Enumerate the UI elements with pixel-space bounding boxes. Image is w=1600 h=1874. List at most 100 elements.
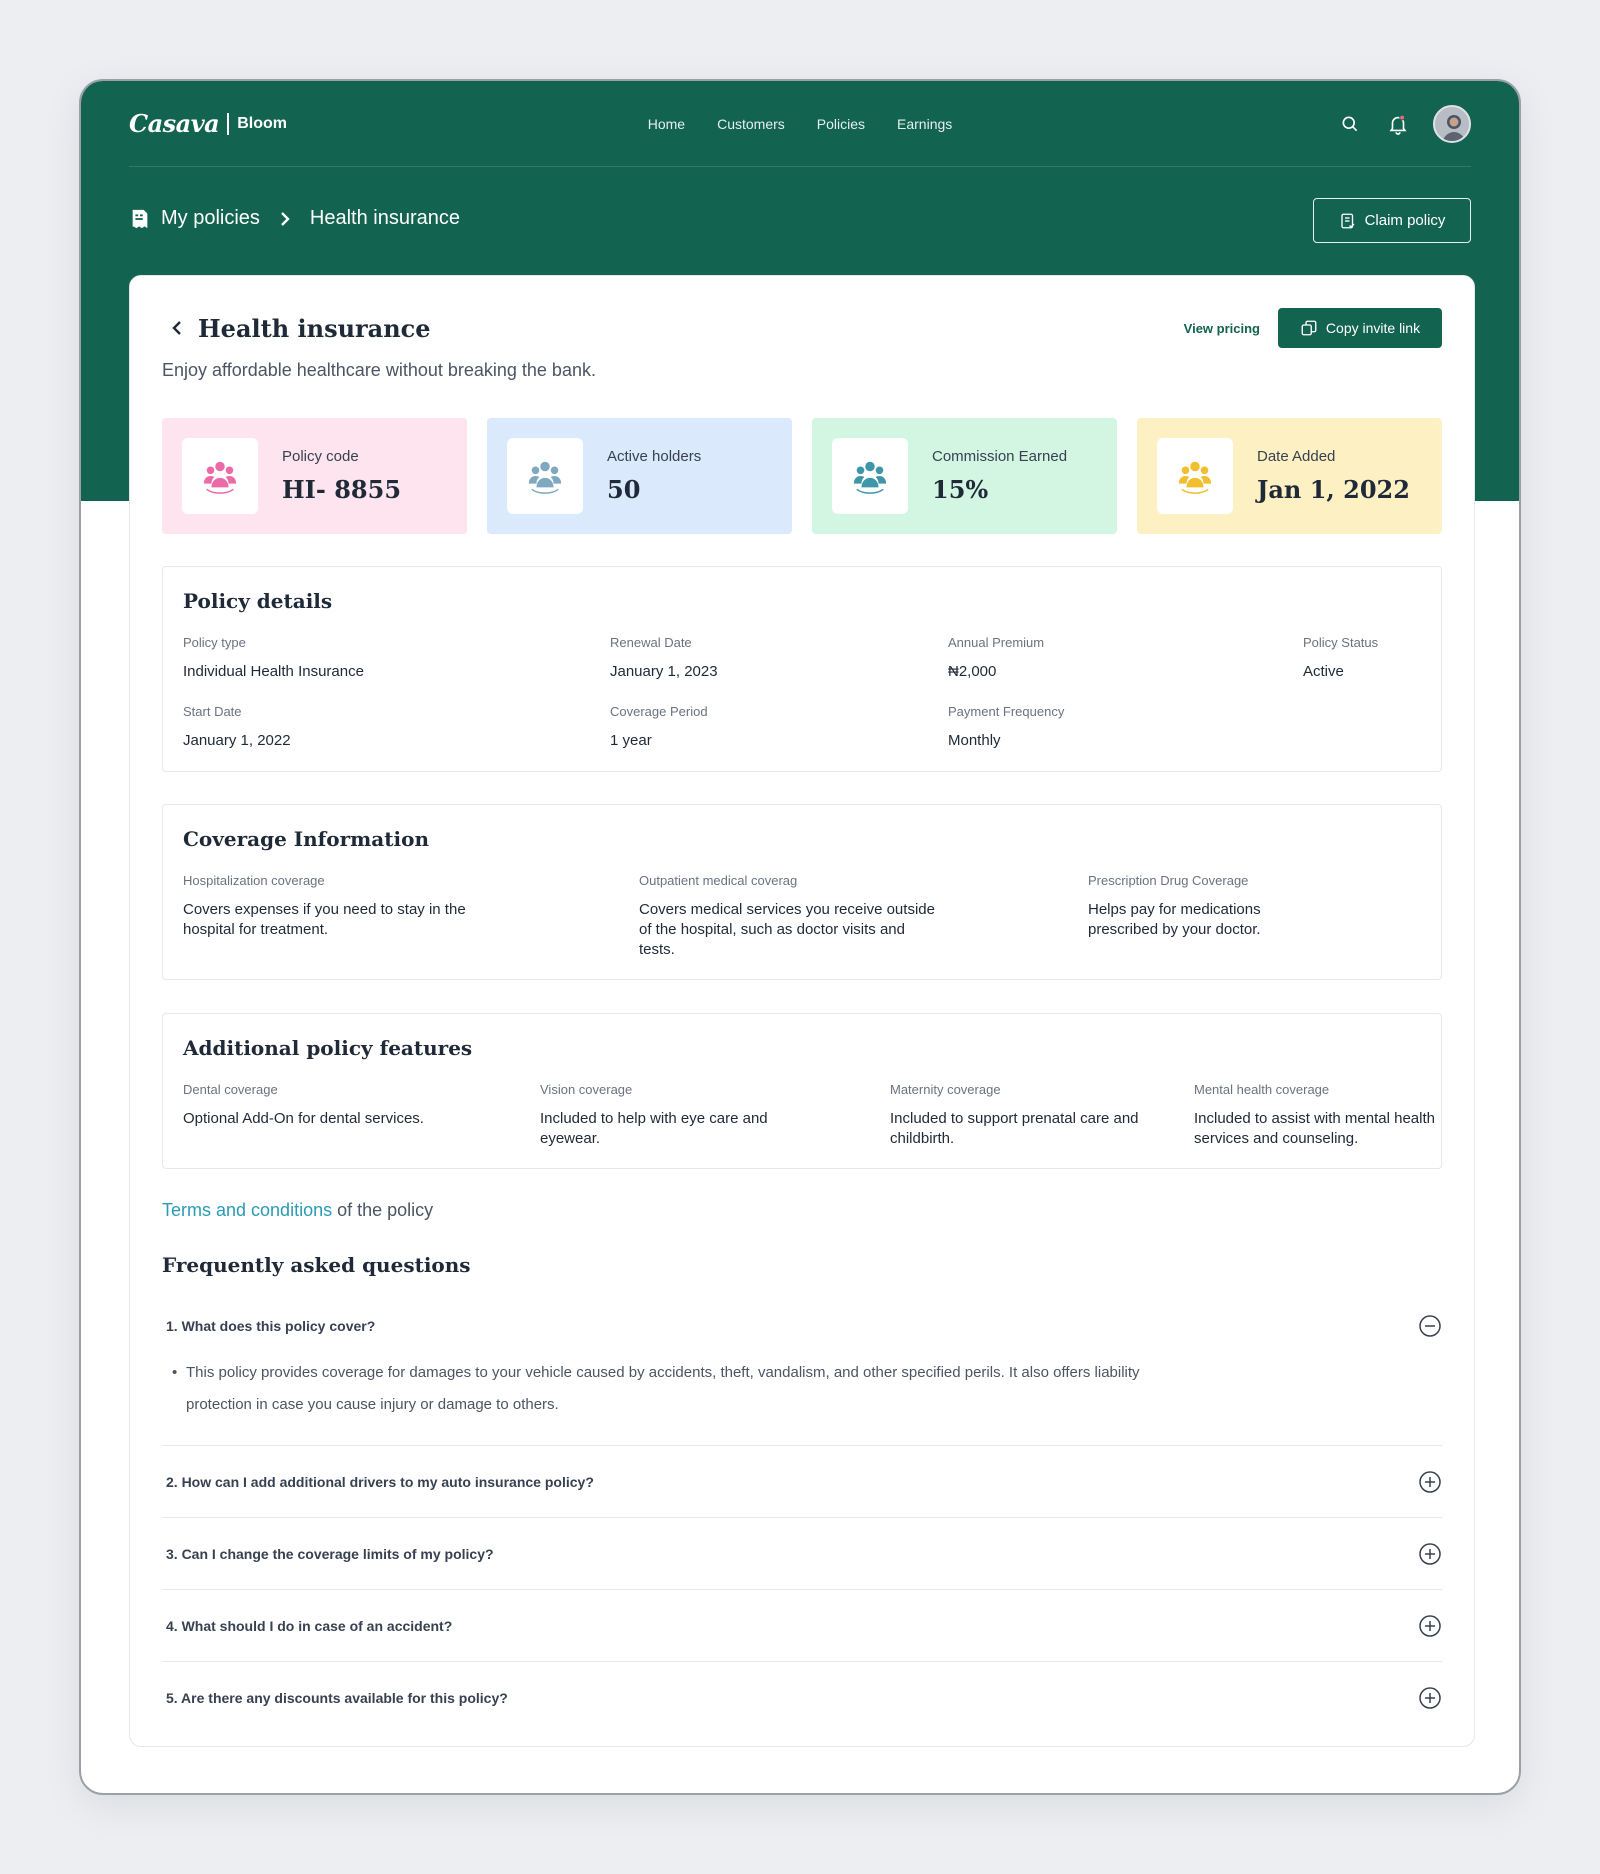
- field-mental-health: Mental health coverage Included to assis…: [1194, 1082, 1444, 1149]
- faq-item: 4. What should I do in case of an accide…: [162, 1614, 1442, 1638]
- field-label: Maternity coverage: [890, 1082, 1001, 1097]
- faq-question-text: 3. Can I change the coverage limits of m…: [166, 1546, 494, 1562]
- field-label: Vision coverage: [540, 1082, 633, 1097]
- field-value: Included to support prenatal care and ch…: [890, 1110, 1139, 1147]
- bell-icon[interactable]: [1385, 111, 1411, 137]
- expand-plus-icon[interactable]: [1418, 1686, 1442, 1710]
- policy-details-section: Policy details Policy type Individual He…: [162, 566, 1442, 772]
- people-icon: [832, 438, 908, 514]
- field-value: January 1, 2022: [183, 732, 291, 749]
- faq-question-text: 5. Are there any discounts available for…: [166, 1690, 508, 1706]
- breadcrumb-current: Health insurance: [309, 207, 461, 229]
- terms-link[interactable]: Terms and conditions: [162, 1200, 332, 1220]
- faq-item: 2. How can I add additional drivers to m…: [162, 1470, 1442, 1494]
- faq-question[interactable]: 5. Are there any discounts available for…: [162, 1686, 1442, 1710]
- nav-customers[interactable]: Customers: [717, 116, 785, 132]
- field-vision: Vision coverage Included to help with ey…: [540, 1082, 820, 1149]
- section-title: Additional policy features: [183, 1036, 473, 1060]
- field-value: Included to help with eye care and eyewe…: [540, 1110, 768, 1147]
- brand-divider: [227, 112, 230, 135]
- people-icon: [182, 438, 258, 514]
- stat-label: Date Added: [1257, 448, 1336, 465]
- field-label: Mental health coverage: [1194, 1082, 1330, 1097]
- field-value: Active: [1303, 663, 1344, 680]
- faq-divider: [162, 1589, 1442, 1590]
- stats-row: Policy code HI- 8855 Active holders 50 C…: [162, 418, 1442, 534]
- expand-plus-icon[interactable]: [1418, 1614, 1442, 1638]
- faq-question-text: 1. What does this policy cover?: [166, 1318, 376, 1334]
- field-value: Helps pay for medications prescribed by …: [1088, 901, 1261, 938]
- stat-card-commission: Commission Earned 15%: [812, 418, 1117, 534]
- field-label: Payment Frequency: [948, 704, 1065, 719]
- additional-features-section: Additional policy features Dental covera…: [162, 1013, 1442, 1169]
- field-label: Renewal Date: [610, 635, 692, 650]
- copy-icon: [1300, 319, 1318, 337]
- claim-policy-button[interactable]: Claim policy: [1313, 198, 1471, 243]
- copy-invite-label: Copy invite link: [1325, 320, 1421, 336]
- faq-question[interactable]: 2. How can I add additional drivers to m…: [162, 1470, 1442, 1494]
- expand-plus-icon[interactable]: [1418, 1542, 1442, 1566]
- field-policy-status: Policy Status Active: [1303, 635, 1378, 682]
- back-chevron-icon[interactable]: [170, 319, 184, 337]
- stat-card-active-holders: Active holders 50: [487, 418, 792, 534]
- brand[interactable]: Casava Bloom: [129, 109, 287, 138]
- view-pricing-link[interactable]: View pricing: [1184, 321, 1260, 336]
- field-value: Included to assist with mental health se…: [1194, 1110, 1435, 1147]
- field-label: Coverage Period: [610, 704, 708, 719]
- faq-divider: [162, 1517, 1442, 1518]
- policy-card: Health insurance View pricing Copy invit…: [129, 275, 1475, 1747]
- field-label: Start Date: [183, 704, 242, 719]
- people-icon: [1157, 438, 1233, 514]
- stat-value: 50: [607, 475, 641, 504]
- nav-home[interactable]: Home: [648, 116, 685, 132]
- top-nav: Casava Bloom Home Customers Policies Ear…: [129, 81, 1471, 167]
- field-hospitalization: Hospitalization coverage Covers expenses…: [183, 873, 483, 940]
- page-title: Health insurance: [198, 313, 431, 343]
- nav-policies[interactable]: Policies: [817, 116, 865, 132]
- field-start-date: Start Date January 1, 2022: [183, 704, 291, 751]
- policy-document-icon: [129, 208, 151, 230]
- field-value: Covers medical services you receive outs…: [639, 901, 935, 958]
- faq-question[interactable]: 1. What does this policy cover?: [162, 1314, 1442, 1338]
- faq-question[interactable]: 4. What should I do in case of an accide…: [162, 1614, 1442, 1638]
- field-maternity: Maternity coverage Included to support p…: [890, 1082, 1160, 1149]
- faq-divider: [162, 1445, 1442, 1446]
- avatar[interactable]: [1433, 104, 1471, 143]
- terms-line: Terms and conditions of the policy: [162, 1200, 433, 1221]
- field-label: Hospitalization coverage: [183, 873, 325, 888]
- faq-title: Frequently asked questions: [162, 1253, 471, 1277]
- stat-value: Jan 1, 2022: [1257, 475, 1410, 504]
- field-label: Policy type: [183, 635, 246, 650]
- faq-item: 3. Can I change the coverage limits of m…: [162, 1542, 1442, 1566]
- field-payment-frequency: Payment Frequency Monthly: [948, 704, 1064, 751]
- field-value: Optional Add-On for dental services.: [183, 1110, 424, 1127]
- copy-invite-button[interactable]: Copy invite link: [1278, 308, 1442, 348]
- claim-icon: [1339, 212, 1357, 230]
- faq-item: 5. Are there any discounts available for…: [162, 1686, 1442, 1710]
- faq-question[interactable]: 3. Can I change the coverage limits of m…: [162, 1542, 1442, 1566]
- stat-label: Active holders: [607, 448, 702, 465]
- nav-earnings[interactable]: Earnings: [897, 116, 952, 132]
- field-value: Individual Health Insurance: [183, 663, 364, 680]
- stat-value: 15%: [932, 475, 989, 504]
- field-value: Monthly: [948, 732, 1001, 749]
- expand-plus-icon[interactable]: [1418, 1470, 1442, 1494]
- nav-links: Home Customers Policies Earnings: [129, 81, 1471, 167]
- field-renewal-date: Renewal Date January 1, 2023: [610, 635, 718, 682]
- field-label: Policy Status: [1303, 635, 1379, 650]
- app-window: Casava Bloom Home Customers Policies Ear…: [79, 79, 1521, 1795]
- field-label: Annual Premium: [948, 635, 1045, 650]
- faq-divider: [162, 1661, 1442, 1662]
- field-value: 1 year: [610, 732, 652, 749]
- field-coverage-period: Coverage Period 1 year: [610, 704, 708, 751]
- faq-question-text: 4. What should I do in case of an accide…: [166, 1618, 453, 1634]
- stat-value: HI- 8855: [282, 475, 402, 504]
- collapse-minus-icon[interactable]: [1418, 1314, 1442, 1338]
- nav-actions: [1337, 104, 1471, 143]
- field-label: Dental coverage: [183, 1082, 278, 1097]
- faq-question-text: 2. How can I add additional drivers to m…: [166, 1474, 594, 1490]
- field-value: ₦2,000: [948, 663, 997, 680]
- breadcrumb-root[interactable]: My policies: [161, 207, 260, 230]
- chevron-right-icon: [278, 210, 292, 228]
- search-icon[interactable]: [1337, 111, 1363, 137]
